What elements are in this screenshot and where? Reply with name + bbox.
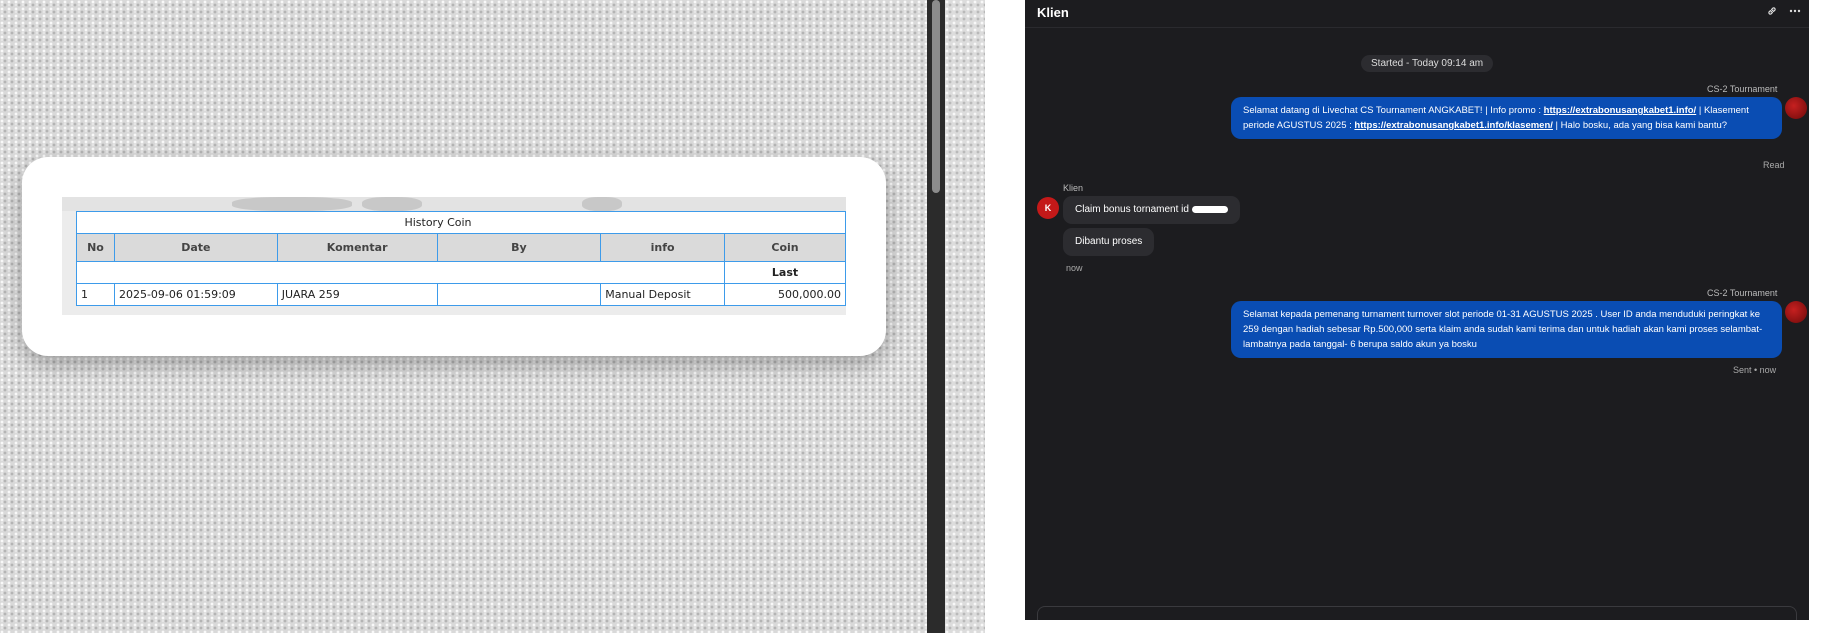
redacted-username — [473, 219, 518, 227]
last-label: Last — [724, 261, 846, 284]
gap — [985, 0, 1025, 633]
agent-message-bubble: Selamat kepada pemenang turnament turnov… — [1231, 301, 1782, 358]
sent-status: Sent • now — [1733, 365, 1777, 375]
col-by: By — [436, 233, 602, 262]
cell-no: 1 — [76, 283, 115, 306]
session-started-pill: Started - Today 09:14 am — [1361, 55, 1494, 72]
sender-label: CS-2 Tournament — [1707, 288, 1778, 298]
agent-avatar — [1785, 97, 1807, 119]
col-no: No — [76, 233, 115, 262]
read-status: Read — [1763, 160, 1785, 170]
agent-avatar — [1785, 301, 1807, 323]
redacted-id — [1191, 205, 1228, 213]
agent-message-bubble: Selamat datang di Livechat CS Tournament… — [1231, 97, 1782, 139]
chat-header: Klien — [1025, 0, 1809, 28]
last-row: Last — [75, 261, 846, 284]
sender-label: Klien — [1063, 183, 1084, 193]
table-header-row: No Date Komentar By info Coin — [76, 233, 846, 262]
col-date: Date — [113, 233, 278, 262]
more-icon[interactable] — [1789, 5, 1801, 20]
col-coin: Coin — [724, 233, 846, 262]
cell-by — [436, 283, 602, 306]
col-info: info — [600, 233, 726, 262]
client-message-bubble: Claim bonus tornament id — [1063, 196, 1240, 224]
history-coin-table: History Coin No Date Komentar By info Co… — [75, 211, 846, 306]
scrollbar-thumb[interactable] — [932, 0, 940, 193]
klasemen-link[interactable]: https://extrabonusangkabet1.info/klaseme… — [1354, 120, 1553, 131]
link-icon[interactable] — [1766, 5, 1778, 20]
history-title: History Coin — [76, 211, 846, 234]
cell-info: Manual Deposit — [600, 283, 726, 306]
sender-label: CS-2 Tournament — [1707, 84, 1778, 94]
divider-texture — [945, 0, 985, 633]
cell-date: 2025-09-06 01:59:09 — [113, 283, 278, 306]
message-time: now — [1066, 263, 1083, 273]
message-composer[interactable] — [1037, 606, 1797, 620]
map-strip — [62, 197, 846, 211]
history-card: History Coin No Date Komentar By info Co… — [22, 157, 886, 356]
promo-link[interactable]: https://extrabonusangkabet1.info/ — [1544, 105, 1697, 116]
client-avatar: K — [1037, 197, 1059, 219]
client-message-bubble: Dibantu proses — [1063, 228, 1155, 256]
chat-title: Klien — [1037, 5, 1069, 20]
chat-panel: Klien Started - Today 09:14 am CS-2 Tour… — [1025, 0, 1809, 620]
cell-coin: 500,000.00 — [724, 283, 846, 306]
background-pane: History Coin No Date Komentar By info Co… — [0, 0, 927, 633]
cell-komentar: JUARA 259 — [276, 283, 438, 306]
col-komentar: Komentar — [276, 233, 438, 262]
history-coin-screenshot: History Coin No Date Komentar By info Co… — [62, 197, 846, 315]
table-row: 1 2025-09-06 01:59:09 JUARA 259 Manual D… — [76, 283, 846, 306]
